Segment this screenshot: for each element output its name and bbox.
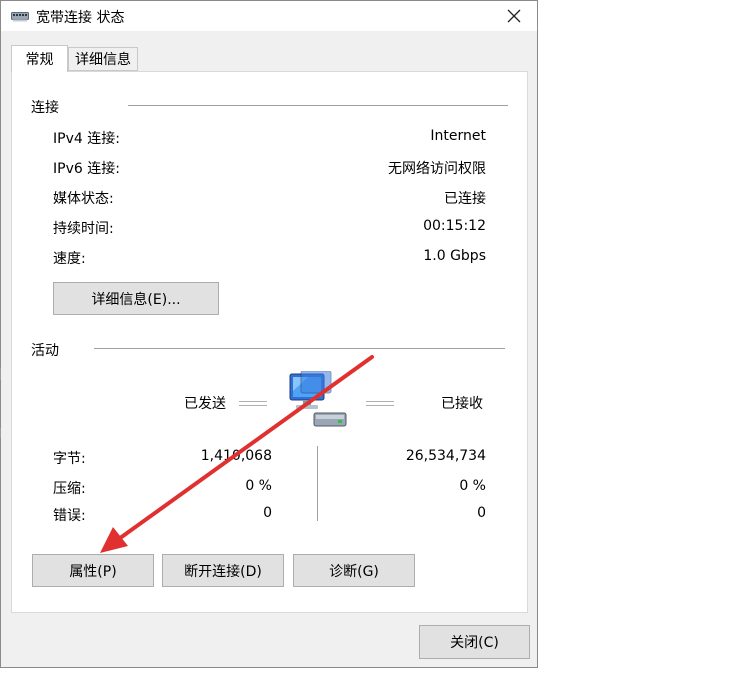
close-button[interactable]: 关闭(C) [419, 625, 530, 659]
errors-label: 错误: [53, 508, 86, 524]
bytes-sent-value: 1,410,068 [200, 448, 272, 464]
received-label: 已接收 [441, 396, 483, 412]
duration-value: 00:15:12 [423, 218, 486, 234]
diagnose-button-label: 诊断(G) [329, 563, 379, 580]
speed-value: 1.0 Gbps [423, 248, 486, 264]
network-computers-icon [286, 370, 350, 433]
connection-heading: 连接 [31, 100, 59, 116]
ipv4-label: IPv4 连接: [53, 131, 120, 147]
errors-sent-value: 0 [263, 505, 272, 521]
tab-details-label: 详细信息 [75, 52, 131, 68]
disconnect-button-label: 断开连接(D) [184, 563, 262, 580]
network-adapter-icon [11, 10, 29, 26]
sent-label: 已发送 [184, 396, 226, 412]
compression-received-value: 0 % [459, 478, 486, 494]
close-button-label: 关闭(C) [450, 635, 499, 651]
close-icon[interactable] [491, 1, 537, 31]
ipv6-label: IPv6 连接: [53, 161, 120, 177]
properties-button[interactable]: 属性(P) [32, 554, 154, 587]
bytes-label: 字节: [53, 451, 86, 467]
ipv4-value: Internet [430, 128, 486, 144]
edge-mark [0, 428, 1, 438]
received-dash [366, 401, 394, 406]
compression-label: 压缩: [53, 481, 86, 497]
disconnect-button[interactable]: 断开连接(D) [162, 554, 284, 587]
diagnose-button[interactable]: 诊断(G) [293, 554, 415, 587]
sent-dash [239, 401, 267, 406]
duration-label: 持续时间: [53, 221, 114, 237]
general-panel [11, 71, 528, 613]
bytes-received-value: 26,534,734 [405, 448, 486, 464]
tab-general[interactable]: 常规 [11, 45, 68, 72]
details-button-label: 详细信息(E)... [91, 291, 181, 308]
ipv6-value: 无网络访问权限 [388, 161, 486, 177]
connection-divider [128, 105, 508, 106]
window-title: 宽带连接 状态 [36, 10, 125, 26]
activity-vertical-divider [317, 446, 318, 521]
details-button[interactable]: 详细信息(E)... [53, 282, 219, 315]
tab-general-label: 常规 [25, 52, 54, 68]
properties-button-label: 属性(P) [69, 563, 117, 580]
title-bar: 宽带连接 状态 [1, 1, 537, 31]
activity-heading: 活动 [31, 343, 59, 359]
errors-received-value: 0 [477, 505, 486, 521]
speed-label: 速度: [53, 251, 86, 267]
compression-sent-value: 0 % [245, 478, 272, 494]
status-dialog: 宽带连接 状态 常规 详细信息 连接 IPv4 连接: Internet IPv… [0, 0, 538, 668]
activity-divider [94, 348, 505, 349]
media-state-value: 已连接 [444, 191, 486, 207]
edge-mark [0, 368, 1, 380]
media-state-label: 媒体状态: [53, 191, 114, 207]
tab-details[interactable]: 详细信息 [68, 47, 138, 71]
